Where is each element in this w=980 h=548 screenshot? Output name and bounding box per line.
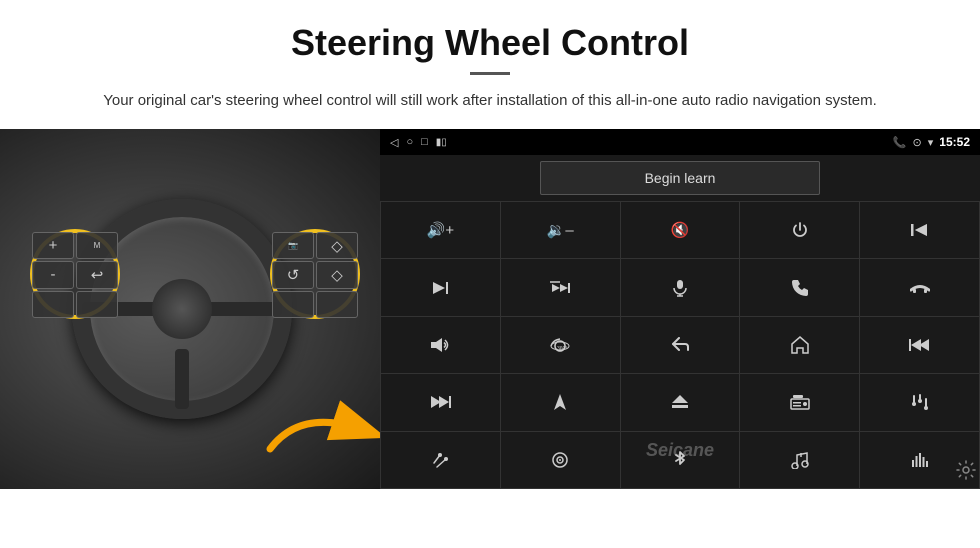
page-title: Steering Wheel Control bbox=[60, 22, 920, 64]
home-circle-icon: ○ bbox=[406, 136, 413, 148]
sw-btn-dia1[interactable]: ◇ bbox=[316, 232, 358, 259]
begin-learn-button[interactable]: Begin learn bbox=[540, 161, 820, 195]
ctrl-nav[interactable] bbox=[501, 374, 620, 430]
ctrl-hang-up[interactable] bbox=[860, 259, 979, 315]
sw-btn-empty2 bbox=[76, 291, 118, 318]
status-right: 📞 ⊙ ▾ 15:52 bbox=[893, 135, 970, 149]
sw-right-buttons: 📷 ◇ ↺ ◇ bbox=[272, 232, 358, 318]
ctrl-prev-track[interactable] bbox=[860, 202, 979, 258]
ctrl-horn[interactable] bbox=[381, 317, 500, 373]
sw-btn-back[interactable]: ↩ bbox=[76, 261, 118, 288]
android-panel-wrapper: ◁ ○ □ ▮▯ 📞 ⊙ ▾ 15:52 Begin learn bbox=[380, 129, 980, 489]
ctrl-mic2[interactable] bbox=[381, 432, 500, 488]
location-icon: ⊙ bbox=[913, 136, 922, 149]
subtitle: Your original car's steering wheel contr… bbox=[100, 89, 880, 113]
sw-btn-empty1 bbox=[32, 291, 74, 318]
ctrl-mute[interactable]: 🔇 bbox=[621, 202, 740, 258]
ctrl-prev[interactable] bbox=[860, 317, 979, 373]
sw-left-buttons: + M - ↩ bbox=[32, 232, 118, 318]
back-icon: ◁ bbox=[390, 136, 398, 149]
sw-btn-rot[interactable]: ↺ bbox=[272, 261, 314, 288]
ctrl-bluetooth[interactable] bbox=[621, 432, 740, 488]
sw-spoke-right bbox=[202, 302, 282, 316]
wifi-icon: ▾ bbox=[928, 136, 934, 149]
page-container: Steering Wheel Control Your original car… bbox=[0, 0, 980, 489]
sw-btn-minus[interactable]: - bbox=[32, 261, 74, 288]
arrow-overlay bbox=[260, 389, 380, 469]
title-divider bbox=[470, 72, 510, 75]
ctrl-home[interactable] bbox=[740, 317, 859, 373]
sw-btn-empty3 bbox=[272, 291, 314, 318]
sw-btn-cam[interactable]: 📷 bbox=[272, 232, 314, 259]
ctrl-radio[interactable] bbox=[740, 374, 859, 430]
ctrl-power[interactable] bbox=[740, 202, 859, 258]
ctrl-eq[interactable] bbox=[860, 374, 979, 430]
sw-btn-dia2[interactable]: ◇ bbox=[316, 261, 358, 288]
ctrl-mic[interactable] bbox=[621, 259, 740, 315]
ctrl-vol-down[interactable]: 🔉– bbox=[501, 202, 620, 258]
ctrl-target[interactable] bbox=[501, 432, 620, 488]
ctrl-back-arrow[interactable] bbox=[621, 317, 740, 373]
ctrl-360[interactable]: 360° bbox=[501, 317, 620, 373]
sw-spoke-bottom bbox=[175, 349, 189, 409]
phone-icon: 📞 bbox=[893, 136, 907, 149]
ctrl-call[interactable] bbox=[740, 259, 859, 315]
time-display: 15:52 bbox=[939, 135, 970, 149]
ctrl-skip[interactable] bbox=[501, 259, 620, 315]
status-bar: ◁ ○ □ ▮▯ 📞 ⊙ ▾ 15:52 bbox=[380, 129, 980, 155]
signal-icon: ▮▯ bbox=[436, 137, 447, 148]
sw-btn-m[interactable]: M bbox=[76, 232, 118, 259]
content-section: + M - ↩ 📷 ◇ ↺ ◇ bbox=[0, 129, 980, 489]
sw-btn-plus[interactable]: + bbox=[32, 232, 74, 259]
header-section: Steering Wheel Control Your original car… bbox=[0, 0, 980, 129]
recents-icon: □ bbox=[421, 136, 428, 148]
status-left: ◁ ○ □ ▮▯ bbox=[390, 136, 447, 149]
ctrl-next[interactable] bbox=[381, 259, 500, 315]
svg-text:360°: 360° bbox=[557, 346, 567, 352]
ctrl-eject[interactable] bbox=[621, 374, 740, 430]
steering-wheel-image: + M - ↩ 📷 ◇ ↺ ◇ bbox=[0, 129, 380, 489]
begin-learn-bar: Begin learn bbox=[380, 155, 980, 201]
ctrl-ff[interactable] bbox=[381, 374, 500, 430]
ctrl-music[interactable] bbox=[740, 432, 859, 488]
settings-gear-icon[interactable] bbox=[956, 460, 976, 485]
sw-hub bbox=[152, 279, 212, 339]
android-panel: ◁ ○ □ ▮▯ 📞 ⊙ ▾ 15:52 Begin learn bbox=[380, 129, 980, 489]
sw-btn-empty4 bbox=[316, 291, 358, 318]
controls-grid: 🔊+ 🔉– 🔇 bbox=[380, 201, 980, 489]
ctrl-vol-up[interactable]: 🔊+ bbox=[381, 202, 500, 258]
